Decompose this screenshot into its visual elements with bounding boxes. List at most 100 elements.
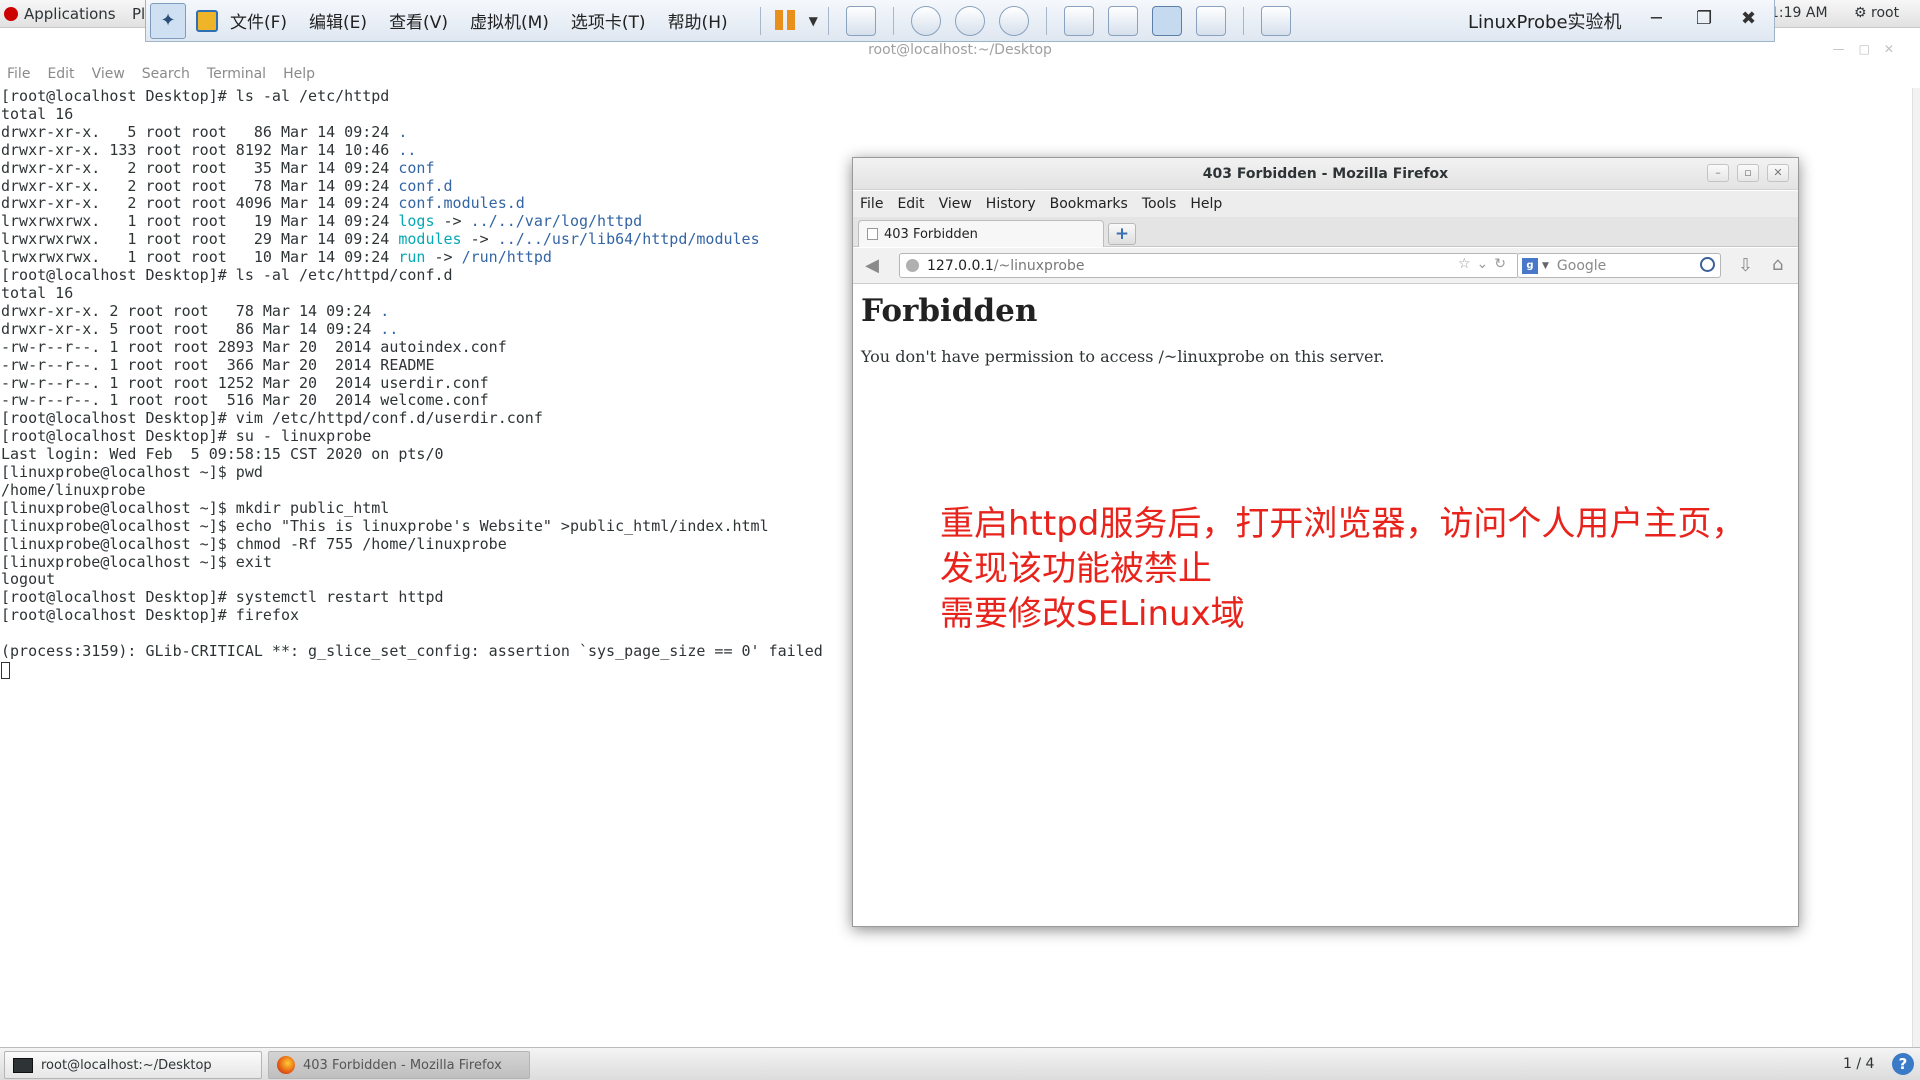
url-bar-buttons[interactable]: ☆⌄↻ — [1458, 256, 1512, 272]
library-view-icon[interactable] — [1063, 5, 1094, 36]
back-arrow-icon[interactable]: ◀ — [860, 254, 884, 278]
terminal-menu-help[interactable]: Help — [283, 66, 315, 82]
engine-dropdown-icon[interactable]: ▼ — [1542, 261, 1549, 271]
thumbnail-view-icon[interactable] — [1260, 5, 1291, 36]
page-favicon-icon — [867, 228, 878, 240]
toolbar-separator — [827, 6, 829, 35]
terminal-menu-file[interactable]: File — [7, 66, 30, 82]
vm-menu-view[interactable]: 查看(V) — [389, 8, 448, 33]
terminal-text: . — [398, 122, 408, 141]
snapshot-take-icon[interactable] — [910, 5, 941, 36]
snapshot-revert-icon[interactable] — [954, 5, 985, 36]
toolbar-separator — [892, 6, 894, 35]
url-path: /~linuxprobe — [993, 257, 1085, 274]
applications-menu[interactable]: Applications — [4, 5, 116, 23]
site-identity-icon[interactable] — [906, 259, 919, 272]
terminal-text: [root@localhost Desktop]# ls -al /etc/ht… — [1, 88, 390, 105]
dropdown-arrow-icon[interactable]: ▼ — [809, 14, 818, 28]
tab-403-forbidden[interactable]: 403 Forbidden — [858, 220, 1104, 247]
taskbar-item-terminal[interactable]: root@localhost:~/Desktop — [4, 1051, 262, 1079]
ff-menu-edit[interactable]: Edit — [897, 196, 924, 212]
vm-restore-icon[interactable]: ❐ — [1696, 8, 1712, 29]
terminal-text: modules — [398, 230, 462, 249]
firefox-close-icon[interactable]: ✕ — [1767, 164, 1789, 182]
vm-menu-file[interactable]: 文件(F) — [230, 8, 287, 33]
terminal-line: [root@localhost Desktop]# ls -al /etc/ht… — [1, 88, 1911, 106]
download-icon[interactable]: ⇩ — [1738, 255, 1753, 276]
terminal-text: conf.modules.d — [398, 194, 525, 213]
terminal-text: -> — [461, 230, 498, 249]
ff-menu-bookmarks[interactable]: Bookmarks — [1050, 196, 1128, 212]
terminal-menu-view[interactable]: View — [92, 66, 125, 82]
vm-menu-vm[interactable]: 虚拟机(M) — [470, 8, 549, 33]
pin-icon[interactable]: ✦ — [150, 2, 186, 39]
search-icon[interactable] — [1700, 257, 1715, 272]
firefox-menubar: File Edit View History Bookmarks Tools H… — [853, 191, 1798, 217]
terminal-text: -rw-r--r--. 1 root root 1252 Mar 20 2014… — [1, 373, 489, 392]
terminal-menu-search[interactable]: Search — [142, 66, 190, 82]
terminal-title: root@localhost:~/Desktop — [868, 42, 1052, 58]
ff-menu-file[interactable]: File — [860, 196, 883, 212]
terminal-text: ../../var/log/httpd — [470, 212, 643, 231]
vmware-toolbar: ✦ 文件(F) 编辑(E) 查看(V) 虚拟机(M) 选项卡(T) 帮助(H) … — [145, 0, 1775, 42]
terminal-menu-terminal[interactable]: Terminal — [207, 66, 266, 82]
bookmark-star-icon[interactable]: ☆ — [1458, 256, 1477, 272]
terminal-text: -rw-r--r--. 1 root root 516 Mar 20 2014 … — [1, 391, 489, 410]
taskbar-item-firefox[interactable]: 403 Forbidden - Mozilla Firefox — [268, 1051, 530, 1079]
search-input[interactable]: Google — [1557, 258, 1606, 274]
toolbar-separator — [1045, 6, 1047, 35]
send-keys-icon[interactable] — [845, 5, 876, 36]
terminal-text: lrwxrwxrwx. 1 root root 29 Mar 14 09:24 — [1, 230, 399, 249]
help-icon[interactable]: ? — [1892, 1053, 1914, 1075]
ff-menu-tools[interactable]: Tools — [1142, 196, 1177, 212]
terminal-scrollbar[interactable] — [1912, 88, 1920, 1048]
terminal-text: drwxr-xr-x. 5 root root 86 Mar 14 09:24 — [1, 122, 399, 141]
vm-menu-tabs[interactable]: 选项卡(T) — [571, 8, 646, 33]
terminal-text: [root@localhost Desktop]# vim /etc/httpd… — [1, 409, 543, 428]
fullscreen-icon[interactable] — [1151, 5, 1182, 36]
vm-close-icon[interactable]: ✖ — [1741, 8, 1756, 29]
terminal-text: logs — [398, 212, 435, 231]
user-menu[interactable]: ⚙ root — [1854, 5, 1899, 21]
url-bar[interactable]: 127.0.0.1/~linuxprobe ☆⌄↻ — [899, 253, 1519, 278]
ff-menu-help[interactable]: Help — [1190, 196, 1222, 212]
terminal-window-controls[interactable]: —□✕ — [1833, 42, 1908, 56]
firefox-maximize-icon[interactable]: ▫ — [1737, 164, 1759, 182]
new-tab-button[interactable]: + — [1108, 223, 1136, 245]
terminal-text: ../../usr/lib64/httpd/modules — [497, 230, 760, 249]
home-icon[interactable]: ⌂ — [1772, 254, 1783, 275]
console-view-icon[interactable] — [1107, 5, 1138, 36]
unity-icon[interactable] — [1195, 5, 1226, 36]
terminal-text: [linuxprobe@localhost ~]$ chmod -Rf 755 … — [1, 534, 507, 553]
firefox-icon — [277, 1056, 295, 1074]
vm-menu-edit[interactable]: 编辑(E) — [309, 8, 367, 33]
workspace-pager[interactable]: 1 / 4 — [1843, 1056, 1874, 1072]
annotation-line: 发现该功能被禁止 — [940, 549, 1212, 589]
vmware-menubar: 文件(F) 编辑(E) 查看(V) 虚拟机(M) 选项卡(T) 帮助(H) — [230, 8, 750, 33]
firefox-minimize-icon[interactable]: – — [1707, 164, 1729, 182]
vmware-logo-icon[interactable] — [196, 9, 218, 32]
tab-label: 403 Forbidden — [884, 226, 978, 242]
places-menu[interactable]: Pl — [132, 5, 145, 23]
ff-menu-history[interactable]: History — [986, 196, 1036, 212]
toolbar-separator — [759, 6, 761, 35]
ff-menu-view[interactable]: View — [939, 196, 972, 212]
terminal-text: Last login: Wed Feb 5 09:58:15 CST 2020 … — [1, 445, 444, 464]
terminal-text: lrwxrwxrwx. 1 root root 19 Mar 14 09:24 — [1, 212, 399, 231]
url-history-dropdown-icon[interactable]: ⌄ — [1477, 256, 1495, 272]
clock[interactable]: 1:19 AM — [1770, 5, 1828, 21]
terminal-menu-edit[interactable]: Edit — [47, 66, 74, 82]
firefox-title: 403 Forbidden - Mozilla Firefox — [853, 158, 1798, 190]
terminal-text: run — [398, 248, 426, 267]
search-bar[interactable]: g ▼ Google — [1517, 253, 1721, 278]
reload-icon[interactable]: ↻ — [1494, 256, 1512, 272]
vm-menu-help[interactable]: 帮助(H) — [668, 8, 728, 33]
terminal-text: -> — [425, 248, 462, 267]
snapshot-manager-icon[interactable] — [998, 5, 1029, 36]
pause-icon[interactable] — [774, 9, 797, 32]
google-engine-icon[interactable]: g — [1522, 257, 1538, 274]
terminal-text: total 16 — [1, 283, 74, 302]
vm-minimize-icon[interactable]: ─ — [1651, 8, 1662, 29]
terminal-text: -> — [434, 212, 471, 231]
terminal-text: /run/httpd — [461, 248, 552, 267]
